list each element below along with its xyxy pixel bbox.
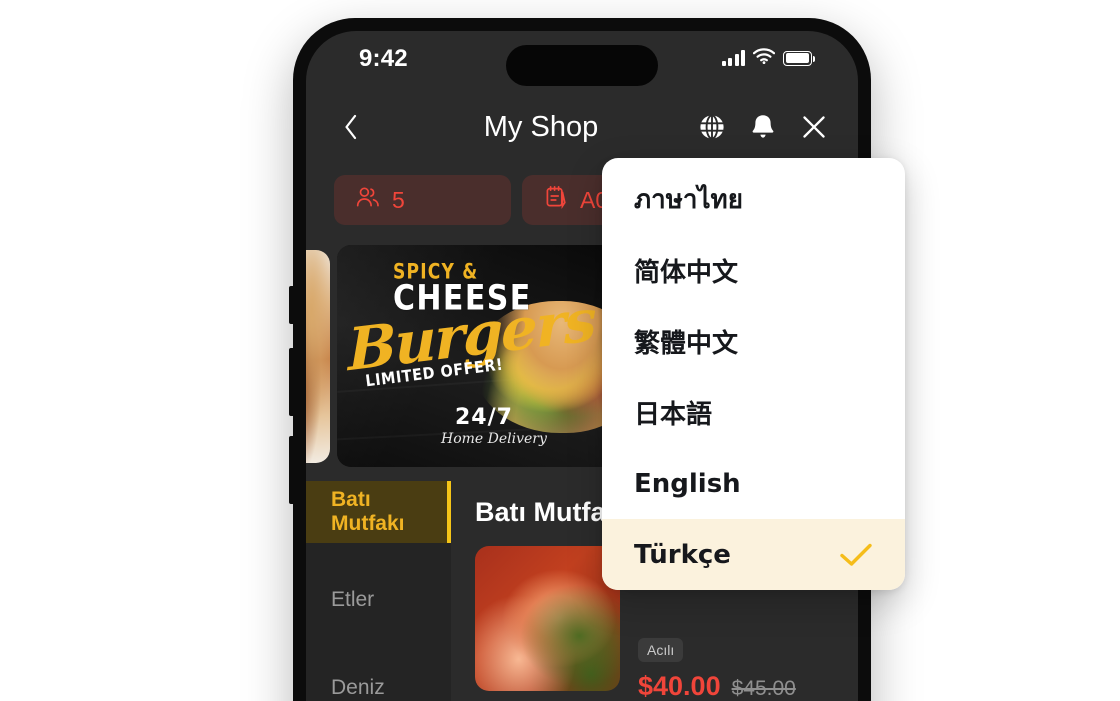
banner-hours-text: 24/7 [455,405,513,430]
page-canvas: 9:42 My Shop 5 A01 SPICY & CHEESE Burger… [0,0,1120,701]
sidebar-item-bati-mutfaki[interactable]: Batı Mutfakı [306,481,451,543]
signal-bars-icon [721,50,745,66]
battery-icon [783,50,815,66]
phone-volume-down-button[interactable] [289,436,294,504]
language-option-japanese[interactable]: 日本語 [602,377,905,448]
sidebar-item-deniz[interactable]: Deniz [306,657,451,701]
status-icons [721,48,815,68]
globe-icon[interactable] [696,111,728,143]
app-header: My Shop [306,93,858,161]
bell-icon[interactable] [747,111,779,143]
dish-original-price: $45.00 [731,677,796,700]
page-title: My Shop [483,110,599,143]
banner-card-promo[interactable]: SPICY & CHEESE Burgers LIMITED OFFER! 24… [337,245,620,467]
language-option-turkish[interactable]: Türkçe [602,519,905,590]
back-button[interactable] [334,110,368,144]
sidebar-item-label: Batı Mutfakı [331,488,405,535]
language-option-label: Türkçe [634,539,731,570]
phone-volume-up-button[interactable] [289,348,294,416]
dynamic-island [506,45,658,86]
status-bar: 9:42 [306,31,858,93]
sidebar-item-label: Etler [331,588,375,611]
language-option-thai[interactable]: ภาษาไทย [602,164,905,235]
language-option-label: 繁體中文 [634,329,739,359]
dish-current-price: $40.00 [638,671,721,701]
language-option-label: English [634,468,741,499]
language-dropdown-menu[interactable]: ภาษาไทย 简体中文 繁體中文 日本語 English Türkçe [602,158,905,590]
wifi-icon [752,48,776,68]
receipt-icon [544,185,568,215]
header-actions [696,111,830,143]
dish-photo [475,546,620,691]
language-option-english[interactable]: English [602,448,905,519]
language-option-label: 日本語 [634,400,713,430]
language-option-label: 简体中文 [634,258,739,288]
guest-count-chip[interactable]: 5 [334,175,511,225]
category-sidebar: Batı Mutfakı Etler Deniz [306,481,451,701]
language-option-simplified-chinese[interactable]: 简体中文 [602,235,905,306]
banner-delivery-text: Home Delivery [441,431,547,447]
dish-price-row: $40.00 $45.00 [638,671,796,701]
banner-card-previous[interactable] [306,250,330,463]
people-icon [356,186,380,214]
phone-silent-switch[interactable] [289,286,294,324]
status-time: 9:42 [359,45,408,72]
sidebar-item-label: Deniz [331,676,385,699]
dish-badge-spicy: Acılı [638,638,684,662]
check-icon [839,542,873,568]
language-option-traditional-chinese[interactable]: 繁體中文 [602,306,905,377]
close-icon[interactable] [798,111,830,143]
language-option-label: ภาษาไทย [634,185,743,215]
sidebar-item-etler[interactable]: Etler [306,569,451,631]
guest-count-label: 5 [392,186,405,213]
